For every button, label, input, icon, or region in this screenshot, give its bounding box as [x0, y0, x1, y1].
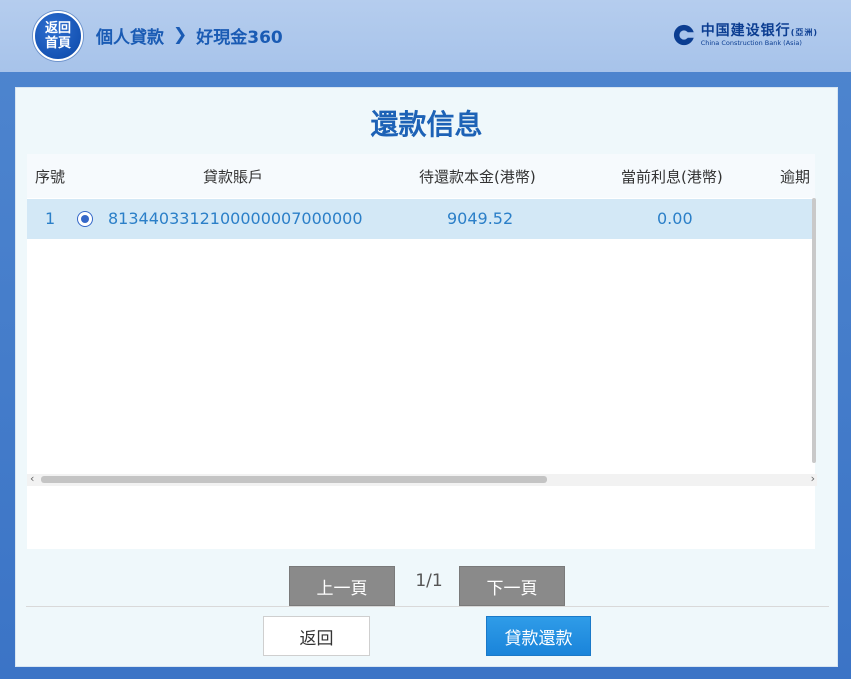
column-header-overdue: 逾期: [780, 168, 811, 186]
breadcrumb-item-good-cash-360: 好現金360: [196, 27, 283, 48]
chevron-right-icon: ❯: [173, 25, 188, 45]
row-index: 1: [45, 209, 56, 228]
bank-name-en: China Construction Bank (Asia): [700, 38, 802, 47]
chevron-right-icon[interactable]: ›: [811, 472, 815, 485]
loan-table: 序號 貸款賬戶 待還款本金(港幣) 當前利息(港幣) 逾期 1 81344033…: [27, 154, 815, 549]
bank-name-cn: 中国建设银行: [700, 22, 791, 39]
row-interest: 0.00: [657, 209, 693, 228]
repayment-panel: 還款信息 序號 貸款賬戶 待還款本金(港幣) 當前利息(港幣) 逾期 1 813…: [15, 87, 838, 667]
column-header-interest: 當前利息(港幣): [621, 168, 723, 186]
breadcrumb-item-personal-loan[interactable]: 個人貸款: [96, 23, 164, 48]
row-principal: 9049.52: [447, 209, 514, 228]
row-select-radio[interactable]: [77, 211, 93, 227]
horizontal-scrollbar[interactable]: ‹ ›: [27, 472, 817, 486]
top-bar: 返回首頁 個人貸款 ❯ 好現金360 中国建设银行(亞洲) China Cons…: [0, 0, 851, 72]
bank-logo: 中国建设银行(亞洲) China Construction Bank (Asia…: [673, 22, 818, 48]
prev-page-button[interactable]: 上一頁: [289, 566, 395, 606]
vertical-scrollbar[interactable]: [812, 198, 816, 463]
row-account: 8134403312100000007000000: [108, 209, 363, 228]
breadcrumb: 個人貸款 ❯ 好現金360: [96, 23, 283, 48]
bank-region-cn: (亞洲): [790, 27, 818, 37]
chevron-left-icon[interactable]: ‹: [30, 472, 34, 485]
scrollbar-thumb[interactable]: [41, 476, 547, 483]
back-button[interactable]: 返回: [263, 616, 370, 656]
ccb-logo-icon: [673, 24, 695, 46]
home-button[interactable]: 返回首頁: [33, 11, 83, 61]
next-page-button[interactable]: 下一頁: [459, 566, 565, 606]
divider: [26, 606, 829, 607]
column-header-index: 序號: [35, 168, 66, 186]
column-header-account: 貸款賬戶: [203, 168, 264, 186]
page-title: 還款信息: [370, 108, 483, 141]
page-indicator: 1/1: [415, 571, 443, 591]
column-header-principal: 待還款本金(港幣): [419, 168, 536, 186]
home-button-label: 返回首頁: [44, 21, 71, 51]
table-header: 序號 貸款賬戶 待還款本金(港幣) 當前利息(港幣) 逾期: [27, 154, 815, 198]
table-row[interactable]: 1 8134403312100000007000000 9049.52 0.00: [27, 199, 815, 239]
loan-repay-button[interactable]: 貸款還款: [486, 616, 591, 656]
radio-dot-icon: [81, 215, 89, 223]
